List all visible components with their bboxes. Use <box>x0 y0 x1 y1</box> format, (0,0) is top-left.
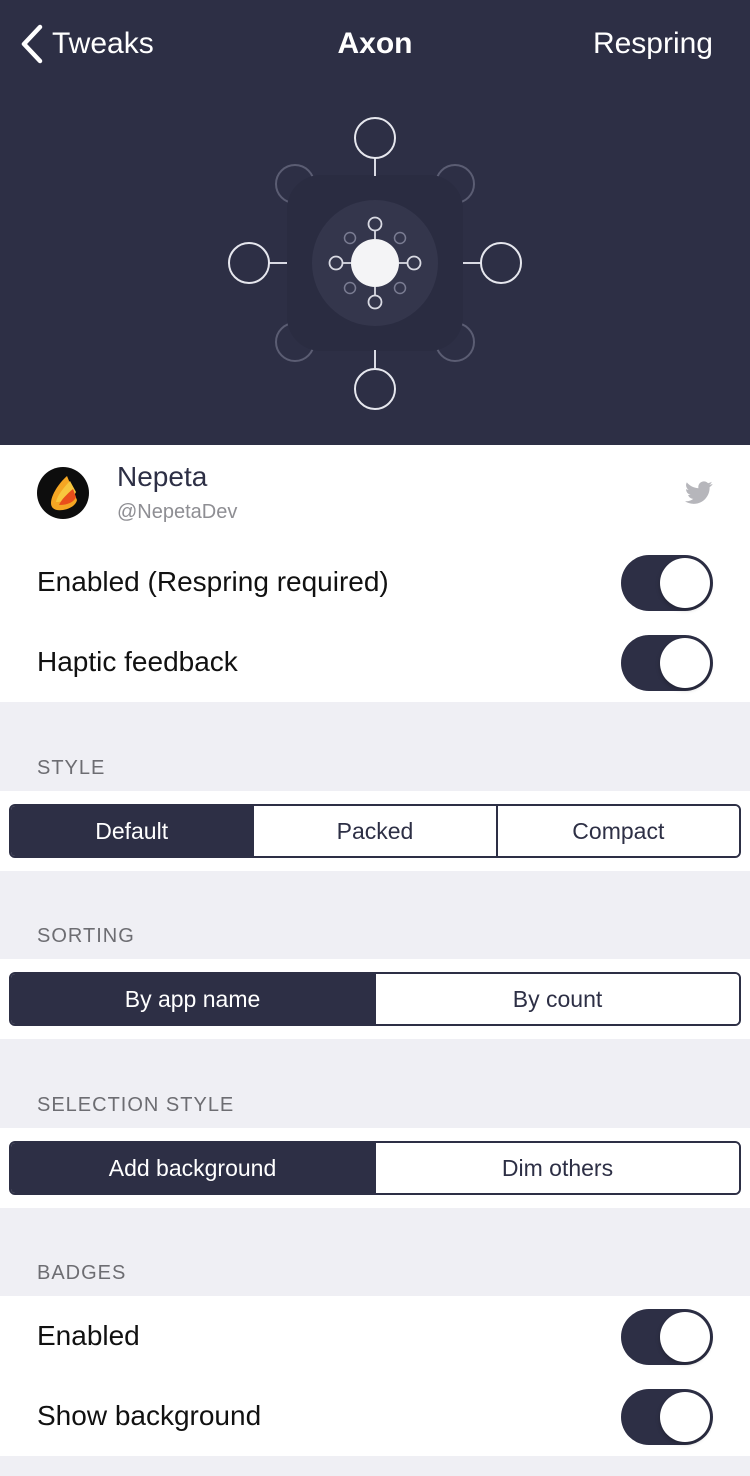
style-segment-default[interactable]: Default <box>11 806 253 856</box>
twitter-icon[interactable] <box>685 481 713 505</box>
navigation-bar: Tweaks Axon Respring <box>0 0 750 88</box>
avatar <box>37 467 89 519</box>
selection-style-segment-add-background[interactable]: Add background <box>11 1143 374 1193</box>
enabled-toggle[interactable] <box>621 555 713 611</box>
toggle-knob <box>660 1392 710 1442</box>
badges-enabled-toggle[interactable] <box>621 1309 713 1365</box>
selection-style-segment-dim-others[interactable]: Dim others <box>374 1143 739 1193</box>
style-segmented-control: Default Packed Compact <box>9 804 741 858</box>
respring-button[interactable]: Respring <box>593 22 713 66</box>
show-background-label: Show background <box>37 1400 262 1431</box>
sorting-segmented-control: By app name By count <box>9 972 741 1026</box>
badges-section-header: BADGES <box>37 1262 127 1284</box>
sorting-segment-by-count[interactable]: By count <box>374 974 739 1024</box>
badges-enabled-row: Enabled <box>0 1296 750 1376</box>
badges-card: Enabled Show background <box>0 1296 750 1456</box>
style-section-header: STYLE <box>37 757 106 779</box>
enabled-label: Enabled (Respring required) <box>37 566 389 597</box>
author-handle: @NepetaDev <box>117 501 238 523</box>
show-background-toggle[interactable] <box>621 1389 713 1445</box>
author-row[interactable]: Nepeta @NepetaDev <box>0 445 750 545</box>
selection-style-segmented-control: Add background Dim others <box>9 1141 741 1195</box>
haptic-feedback-row: Haptic feedback <box>0 622 750 702</box>
author-card: Nepeta @NepetaDev Enabled (Respring requ… <box>0 445 750 702</box>
haptic-feedback-label: Haptic feedback <box>37 646 238 677</box>
style-segment-compact[interactable]: Compact <box>495 806 739 856</box>
selection-style-section: Add background Dim others <box>0 1128 750 1208</box>
style-section: Default Packed Compact <box>0 791 750 871</box>
badges-enabled-label: Enabled <box>37 1320 140 1351</box>
sorting-section-header: SORTING <box>37 925 135 947</box>
toggle-knob <box>660 638 710 688</box>
style-segment-packed[interactable]: Packed <box>252 806 496 856</box>
sorting-section: By app name By count <box>0 959 750 1039</box>
axon-logo-icon <box>228 117 522 410</box>
toggle-knob <box>660 558 710 608</box>
author-name: Nepeta <box>117 461 208 492</box>
header-banner: Tweaks Axon Respring <box>0 0 750 445</box>
show-background-row: Show background <box>0 1376 750 1456</box>
sorting-segment-by-app-name[interactable]: By app name <box>11 974 374 1024</box>
nepeta-logo-icon <box>51 476 77 511</box>
enabled-row: Enabled (Respring required) <box>0 542 750 622</box>
toggle-knob <box>660 1312 710 1362</box>
haptic-feedback-toggle[interactable] <box>621 635 713 691</box>
selection-style-section-header: SELECTION STYLE <box>37 1094 235 1116</box>
